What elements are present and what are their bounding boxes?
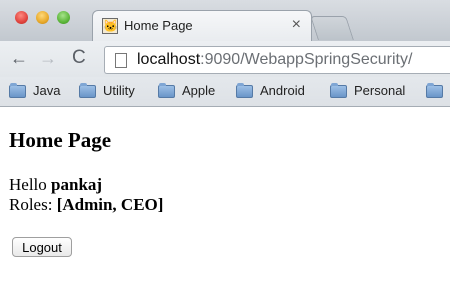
roles-prefix: Roles: — [9, 195, 53, 214]
tab-title: Home Page — [124, 18, 193, 33]
reload-icon[interactable]: C — [72, 47, 86, 69]
page-heading: Home Page — [9, 128, 112, 152]
logout-button[interactable]: Logout — [12, 237, 72, 257]
bookmark-label: Android — [260, 83, 305, 98]
folder-icon — [426, 83, 443, 98]
folder-icon — [9, 83, 26, 98]
new-tab-button[interactable] — [310, 16, 354, 40]
folder-icon — [330, 83, 347, 98]
bookmark-label: Utility — [103, 83, 135, 98]
tab-close-icon[interactable]: × — [292, 16, 301, 34]
browser-toolbar: ← → C localhost:9090/WebappSpringSecurit… — [0, 41, 450, 77]
bookmark-label: Apple — [182, 83, 216, 98]
page-icon — [115, 53, 127, 68]
title-bar: 🐱 Home Page × — [0, 0, 450, 41]
maximize-window-button[interactable] — [57, 11, 70, 24]
url-host: localhost — [137, 51, 201, 68]
minimize-window-button[interactable] — [36, 11, 49, 24]
folder-icon — [158, 83, 175, 98]
url-path: :9090/WebappSpringSecurity/ — [200, 51, 413, 68]
browser-chrome: 🐱 Home Page × ← → C localhost:9090/Webap… — [0, 0, 450, 107]
bookmark-label: Java — [33, 83, 61, 98]
close-window-button[interactable] — [15, 11, 28, 24]
back-arrow-icon[interactable]: ← — [10, 48, 28, 69]
hello-prefix: Hello — [9, 175, 47, 194]
roles-value: [Admin, CEO] — [56, 195, 164, 214]
address-bar[interactable]: localhost:9090/WebappSpringSecurity/ — [104, 46, 450, 74]
active-tab[interactable]: 🐱 Home Page × — [92, 10, 312, 41]
greeting-line: Hello pankaj — [9, 175, 102, 195]
bookmarks-bar: Java Utility Apple Android Personal — [0, 77, 450, 107]
tomcat-favicon-icon: 🐱 — [102, 18, 118, 34]
bookmark-label: Personal — [354, 83, 406, 98]
folder-icon — [79, 83, 96, 98]
username: pankaj — [51, 175, 103, 194]
roles-line: Roles: [Admin, CEO] — [9, 195, 163, 215]
folder-icon — [236, 83, 253, 98]
forward-arrow-icon[interactable]: → — [39, 48, 57, 69]
url-text: localhost:9090/WebappSpringSecurity/ — [137, 51, 412, 69]
